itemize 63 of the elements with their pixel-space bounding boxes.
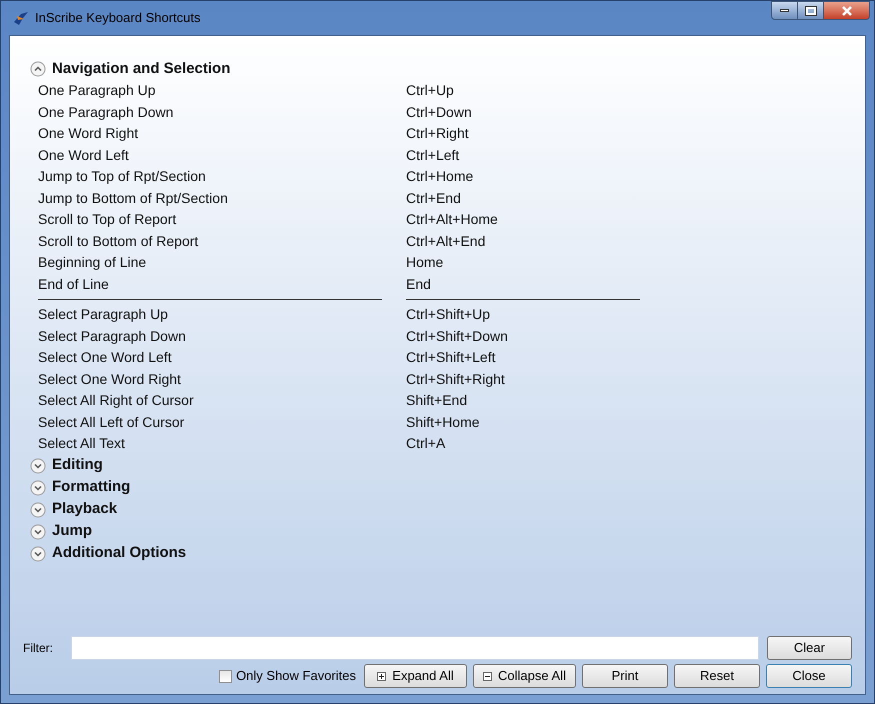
section-header[interactable]: Formatting: [52, 476, 130, 499]
section-header[interactable]: Playback: [52, 498, 118, 521]
action-label: Select Paragraph Down: [38, 326, 187, 346]
button[interactable]: Expand All: [364, 664, 467, 688]
shortcut-keys: Ctrl+A: [406, 433, 652, 454]
section-header[interactable]: Additional Options: [52, 542, 186, 565]
filter-label: Filter:: [23, 640, 54, 657]
clear-button[interactable]: Clear: [766, 636, 852, 660]
expand-icon[interactable]: [30, 480, 46, 496]
shortcut-keys: Ctrl+Up: [406, 80, 652, 102]
button[interactable]: Print: [582, 664, 668, 688]
action-label: Select All Left of Cursor: [38, 412, 186, 432]
action-label: Select One Word Right: [38, 370, 182, 389]
shortcut-keys: Shift+End: [406, 390, 652, 412]
window-title: InScribe Keyboard Shortcuts: [35, 9, 200, 28]
plus-icon: [377, 672, 386, 680]
action-label: Jump to Top of Rpt/Section: [38, 167, 207, 186]
expand-icon[interactable]: [30, 524, 46, 540]
maximize-button[interactable]: [798, 1, 824, 20]
action-label: Select One Word Left: [38, 348, 173, 368]
favorites-checkbox[interactable]: [219, 670, 232, 682]
action-label: Scroll to Bottom of Report: [38, 232, 200, 251]
shortcut-keys: Ctrl+End: [406, 188, 652, 209]
shortcut-keys: Ctrl+Alt+End: [406, 230, 652, 252]
section-header[interactable]: Jump: [52, 520, 92, 543]
section-header[interactable]: Editing: [52, 454, 103, 477]
button[interactable]: Collapse All: [473, 664, 576, 688]
minus-icon: [483, 672, 492, 680]
action-label: End of Line: [38, 274, 110, 294]
button[interactable]: Reset: [674, 664, 760, 688]
app-logo-icon: [13, 10, 29, 26]
shortcut-keys: Shift+Home: [406, 412, 652, 433]
action-label: Jump to Bottom of Rpt/Section: [38, 188, 229, 208]
action-label: Select Paragraph Up: [38, 305, 169, 324]
action-label: Beginning of Line: [38, 253, 148, 272]
shortcut-keys: Ctrl+Left: [406, 144, 652, 166]
shortcut-keys: End: [406, 274, 652, 295]
collapse-icon[interactable]: [30, 61, 46, 77]
filter-field[interactable]: [70, 636, 759, 660]
section-header[interactable]: Navigation and Selection: [52, 58, 230, 80]
action-label: One Paragraph Down: [38, 102, 174, 122]
close-icon[interactable]: [824, 1, 870, 20]
action-label: Select All Text: [38, 434, 126, 454]
shortcut-keys: Ctrl+Alt+Home: [406, 209, 652, 230]
shortcut-keys: Home: [406, 252, 652, 274]
shortcut-keys: Ctrl+Right: [406, 123, 652, 144]
expand-icon[interactable]: [30, 458, 46, 474]
action-label: Select All Right of Cursor: [38, 391, 195, 410]
expand-icon[interactable]: [30, 502, 46, 518]
favorites-label[interactable]: Only Show Favorites: [236, 666, 356, 686]
action-label: Scroll to Top of Report: [38, 210, 178, 230]
action-label: One Word Left: [38, 146, 130, 165]
shortcut-keys: Ctrl+Home: [406, 166, 652, 188]
shortcut-keys: Ctrl+Shift+Up: [406, 304, 652, 326]
shortcut-keys: Ctrl+Shift+Down: [406, 326, 652, 347]
action-label: One Word Right: [38, 124, 140, 144]
minimize-button[interactable]: [771, 1, 798, 20]
action-label: One Paragraph Up: [38, 81, 157, 100]
shortcut-keys: Ctrl+Shift+Left: [406, 347, 652, 368]
button[interactable]: Close: [766, 664, 852, 688]
shortcut-keys: Ctrl+Down: [406, 102, 652, 123]
expand-icon[interactable]: [30, 546, 46, 562]
shortcut-keys: Ctrl+Shift+Right: [406, 368, 652, 390]
